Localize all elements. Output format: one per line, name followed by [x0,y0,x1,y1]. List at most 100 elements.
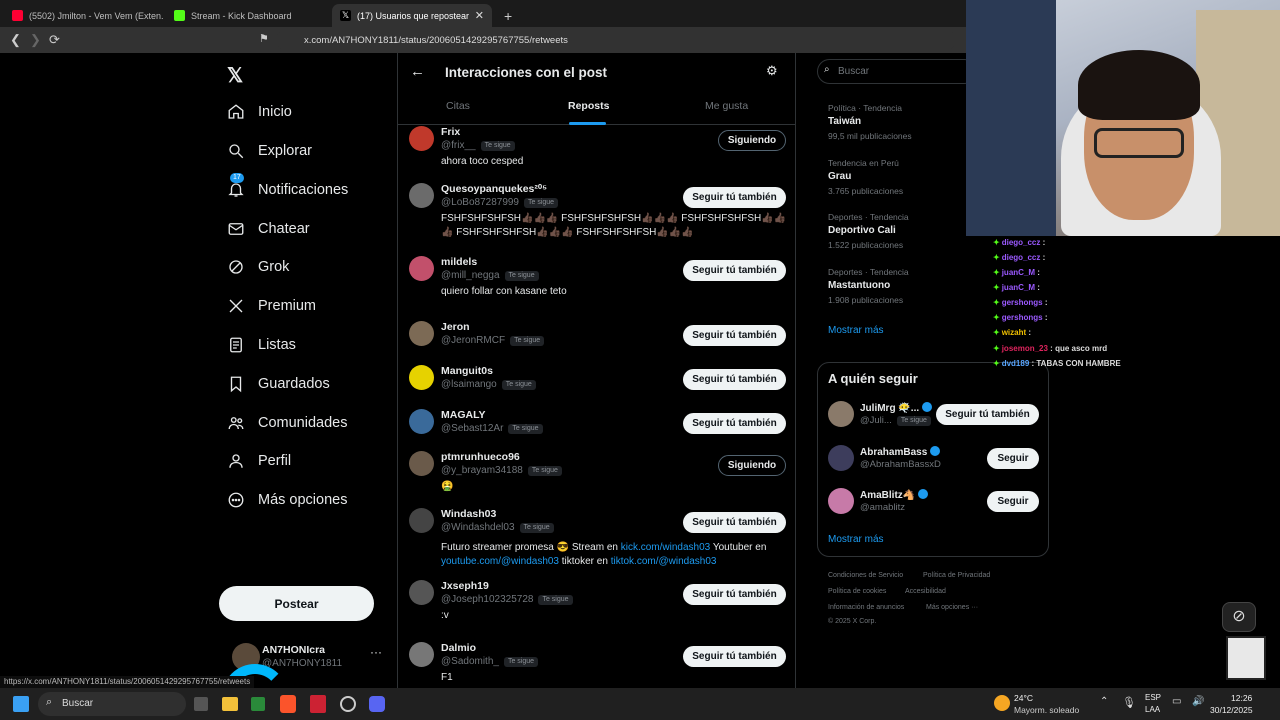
user-name[interactable]: mildels [441,256,477,268]
follow-button[interactable]: Seguir [987,448,1039,469]
list-item[interactable]: Frix @frix__ Te sigue ahora toco cesped Sigu… [398,126,796,186]
post-button[interactable]: Postear [219,586,374,621]
close-icon[interactable]: ✕ [475,9,484,22]
following-button[interactable]: Siguiendo [718,130,786,151]
browser-tab[interactable]: (5502) Jmilton - Vem Vem (Exten... [4,4,164,27]
avatar[interactable] [409,508,434,533]
avatar[interactable] [409,365,434,390]
user-name[interactable]: Dalmio [441,642,476,654]
file-explorer-icon[interactable] [222,697,238,711]
windows-start-icon[interactable] [13,696,29,712]
suggested-user-name[interactable]: AmaBlitz🐴 [860,489,929,501]
avatar[interactable] [409,256,434,281]
reload-icon[interactable]: ⟳ [49,32,60,48]
avatar[interactable] [409,451,434,476]
trend-name[interactable]: Grau [828,171,851,182]
url-input[interactable]: x.com/AN7HONY1811/status/200605142929576… [276,30,956,50]
avatar[interactable] [828,488,854,514]
trend-name[interactable]: Mastantuono [828,280,890,291]
avatar[interactable] [409,409,434,434]
more-dots-icon[interactable]: ··· [370,645,382,659]
follow-back-button[interactable]: Seguir tú también [683,260,786,281]
list-item[interactable]: ptmrunhueco96 @y_brayam34188 Te sigue 🤮 Sigu… [398,451,796,511]
user-name[interactable]: Quesoypanquekes²⁰⁵ [441,183,547,195]
user-name[interactable]: Frix [441,126,460,138]
follow-back-button[interactable]: Seguir tú también [683,325,786,346]
sidebar-item-grok[interactable]: Grok [226,252,289,282]
sidebar-item-premium[interactable]: Premium [226,291,316,321]
tray-chevron-icon[interactable]: ⌃ [1100,696,1108,707]
user-name[interactable]: Jxseph19 [441,580,489,592]
user-name[interactable]: ptmrunhueco96 [441,451,520,463]
network-icon[interactable]: ▭ [1172,696,1181,707]
discord-icon[interactable] [369,696,385,712]
follow-back-button[interactable]: Seguir tú también [683,413,786,434]
user-name[interactable]: MAGALY [441,409,486,421]
suggested-user-name[interactable]: JuliMrg 😶‍🌫️... [860,402,933,414]
tab-reposts[interactable]: Reposts [568,100,609,112]
follow-button[interactable]: Seguir tú también [936,404,1039,425]
back-arrow-icon[interactable]: ← [410,63,425,80]
avatar[interactable] [409,321,434,346]
brave-browser-icon[interactable] [280,695,296,713]
volume-icon[interactable]: 🔊 [1192,696,1204,707]
sidebar-item-guardados[interactable]: Guardados [226,369,330,399]
bio-link[interactable]: youtube.com/@windash03 [441,556,559,567]
footer-link[interactable]: Política de Privacidad [923,572,990,579]
user-name[interactable]: Manguit0s [441,365,493,377]
footer-link[interactable]: Información de anuncios [828,604,904,611]
task-view-icon[interactable] [194,697,208,711]
show-more-who[interactable]: Mostrar más [828,534,884,545]
follow-back-button[interactable]: Seguir tú también [683,584,786,605]
avatar[interactable] [409,183,434,208]
sidebar-item-listas[interactable]: Listas [226,330,296,360]
bookmark-icon[interactable]: ⚑ [259,32,269,45]
app-icon[interactable] [310,695,326,713]
forward-icon[interactable]: ❯ [30,32,41,48]
trend-name[interactable]: Taiwán [828,116,861,127]
list-item[interactable]: Quesoypanquekes²⁰⁵ @LoBo87287999 Te sigue F… [398,183,796,243]
footer-link[interactable]: Condiciones de Servicio [828,572,903,579]
back-icon[interactable]: ❮ [10,32,21,48]
avatar[interactable] [409,642,434,667]
taskbar-search[interactable]: ⌕ Buscar [38,692,186,716]
avatar[interactable] [828,401,854,427]
user-name[interactable]: Windash03 [441,508,496,520]
microphone-icon[interactable]: 🎙 [1122,696,1136,709]
avatar[interactable] [409,580,434,605]
lang-1[interactable]: ESP [1145,693,1161,702]
avatar[interactable] [409,126,434,151]
sidebar-item-perfil[interactable]: Perfil [226,446,291,476]
follow-button[interactable]: Seguir [987,491,1039,512]
list-item[interactable]: mildels @mill_negga Te sigue quiero follar … [398,256,796,316]
sidebar-item-notificaciones[interactable]: 17 Notificaciones [226,173,348,205]
sidebar-item-explorar[interactable]: Explorar [226,136,312,166]
follow-back-button[interactable]: Seguir tú también [683,512,786,533]
bio-link[interactable]: tiktok.com/@windash03 [611,556,717,567]
trend-name[interactable]: Deportivo Cali [828,225,896,236]
user-name[interactable]: Jeron [441,321,470,333]
follow-back-button[interactable]: Seguir tú también [683,646,786,667]
sidebar-item-inicio[interactable]: Inicio [226,97,292,127]
new-tab-button[interactable]: + [496,4,518,27]
tab-me-gusta[interactable]: Me gusta [705,100,748,112]
list-item[interactable]: Jxseph19 @Joseph102325728 Te sigue:v Seguir… [398,580,796,640]
tab-citas[interactable]: Citas [446,100,470,112]
filter-icon[interactable]: ⚙ [766,63,778,79]
avatar[interactable] [828,445,854,471]
browser-tab-active[interactable]: 𝕏(17) Usuarios que repostearon e...✕ [332,4,492,27]
search-input[interactable]: ⌕ Buscar [817,59,977,84]
suggested-user-name[interactable]: AbrahamBass [860,446,941,458]
x-logo-icon[interactable]: 𝕏 [227,63,243,88]
grok-floating-icon[interactable]: ⊘ [1222,602,1256,632]
following-button[interactable]: Siguiendo [718,455,786,476]
bio-link[interactable]: kick.com/windash03 [621,542,710,553]
footer-link[interactable]: Política de cookies [828,588,886,595]
sidebar-item-más-opciones[interactable]: Más opciones [226,485,347,515]
list-item[interactable]: Windash03 @Windashdel03 Te sigue Futuro str… [398,508,796,568]
show-more-trends[interactable]: Mostrar más [828,325,884,336]
lang-2[interactable]: LAA [1145,705,1160,714]
footer-link[interactable]: Accesibilidad [905,588,946,595]
sidebar-item-chatear[interactable]: Chatear [226,214,310,244]
store-icon[interactable] [251,697,265,711]
